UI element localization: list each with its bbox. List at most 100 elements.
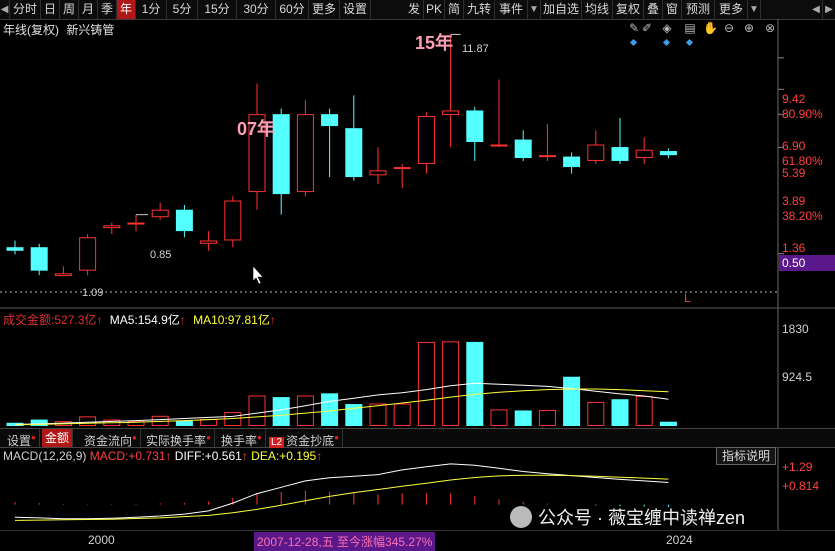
nav-prev-icon[interactable]: ◀ xyxy=(810,0,823,19)
period-tab-year[interactable]: 年 xyxy=(117,0,136,19)
candle-body xyxy=(127,222,145,225)
tab-capital-bottom[interactable]: L2 资金抄底● xyxy=(266,429,343,448)
tab-real-turnover[interactable]: 实际换手率● xyxy=(143,429,215,448)
indicator-explain-button[interactable]: 指标说明 xyxy=(716,447,776,465)
period-tab-15min[interactable]: 15分 xyxy=(198,0,237,19)
macd-label: MACD: xyxy=(89,449,129,463)
zoom-out-icon[interactable]: ⊖ xyxy=(722,21,736,35)
volume-axis-mid: 924.5 xyxy=(782,370,813,384)
mouse-cursor-icon xyxy=(252,265,264,285)
hand-icon[interactable]: ✋ xyxy=(703,21,718,35)
candle-body xyxy=(442,110,460,116)
tab-turnover[interactable]: 换手率● xyxy=(218,429,266,448)
eraser-icon[interactable]: ◈ xyxy=(660,21,674,47)
event-button[interactable]: 事件 xyxy=(495,0,528,19)
amount-bar xyxy=(248,395,266,426)
amount-bar xyxy=(635,396,653,426)
close-icon[interactable]: ⊗ xyxy=(763,21,777,35)
candle-body xyxy=(611,147,629,161)
pk-button[interactable]: PK xyxy=(424,0,445,19)
max-price-label: 11.87 xyxy=(462,43,489,55)
adjust-button[interactable]: 复权 xyxy=(613,0,644,19)
amount-bar xyxy=(30,419,48,426)
period-tab-30min[interactable]: 30分 xyxy=(237,0,276,19)
candle-body xyxy=(321,114,339,127)
fa-button[interactable]: 发 xyxy=(405,0,424,19)
candle-body xyxy=(635,149,653,159)
settings-button[interactable]: 设置 xyxy=(340,0,371,19)
axis-price-4: 3.89 xyxy=(782,194,806,208)
more-dropdown-icon[interactable]: ▼ xyxy=(748,0,761,19)
draw-tool-icon[interactable]: ✎ xyxy=(627,21,641,47)
nine-turn-button[interactable]: 九转 xyxy=(464,0,495,19)
period-tab-60min[interactable]: 60分 xyxy=(276,0,309,19)
peak-2007-label: 07年 xyxy=(237,119,276,139)
amount-bar xyxy=(393,403,411,427)
ma5-label: MA5: xyxy=(109,313,138,327)
period-tab-5min[interactable]: 5分 xyxy=(167,0,198,19)
forecast-button[interactable]: 预测 xyxy=(682,0,715,19)
overlay-button[interactable]: 叠 xyxy=(644,0,663,19)
amount-bar xyxy=(514,410,532,426)
pen-icon[interactable]: ✐ xyxy=(640,21,654,35)
axis-pct-1: 80.90% xyxy=(782,107,823,121)
event-dropdown-icon[interactable]: ▼ xyxy=(528,0,541,19)
amount-bar xyxy=(151,415,169,426)
amount-bar xyxy=(417,341,435,426)
amount-bar xyxy=(175,420,193,426)
period-tab-month[interactable]: 月 xyxy=(79,0,98,19)
diff-value: +0.561 xyxy=(204,449,242,463)
ma-button[interactable]: 均线 xyxy=(582,0,613,19)
amount-bar xyxy=(466,341,484,426)
period-tab-week[interactable]: 周 xyxy=(60,0,79,19)
dea-label: DEA: xyxy=(251,449,280,463)
more-button[interactable]: 更多 xyxy=(715,0,748,19)
amount-bar xyxy=(296,395,314,426)
candle-body xyxy=(79,237,97,271)
period-tab-day[interactable]: 日 xyxy=(41,0,60,19)
zoom-in-icon[interactable]: ⊕ xyxy=(742,21,756,35)
amount-bar xyxy=(79,416,97,427)
candle-body xyxy=(151,209,169,218)
kline-chart[interactable]: L xyxy=(0,0,835,550)
candle-body xyxy=(272,114,290,195)
volume-title: 成交金额: xyxy=(3,313,55,327)
candle-body xyxy=(296,114,314,193)
period-tab-season[interactable]: 季 xyxy=(98,0,117,19)
cursor-info: 2007-12-28,五 至今涨幅345.27% xyxy=(254,532,436,551)
period-tab-fenshi[interactable]: 分时 xyxy=(10,0,41,19)
period-tab-1min[interactable]: 1分 xyxy=(136,0,167,19)
candle-body xyxy=(103,225,121,229)
macd-axis-mid: +0.814 xyxy=(782,479,820,493)
amount-bar xyxy=(659,421,677,426)
current-price-badge: 0.50 xyxy=(779,255,835,271)
bottom-price-label: 1.09 xyxy=(82,287,104,299)
chart-title: 年线(复权) 新兴铸管 xyxy=(3,21,114,38)
low-marker-l: L xyxy=(684,291,691,305)
amount-bar xyxy=(200,419,218,426)
candle-body xyxy=(30,247,48,271)
window-button[interactable]: 窗 xyxy=(663,0,682,19)
tab-capital-flow[interactable]: 资金流向● xyxy=(81,429,141,448)
top-toolbar: ◀ 分时 日 周 月 季 年 1分 5分 15分 30分 60分 更多 设置 发… xyxy=(0,0,835,20)
add-watchlist-button[interactable]: 加自选 xyxy=(541,0,582,19)
amount-bar xyxy=(611,399,629,426)
candle-body xyxy=(369,170,387,176)
tab-settings[interactable]: 设置● xyxy=(4,429,40,448)
date-axis-right: 2024 xyxy=(666,533,693,547)
nav-next-icon[interactable]: ▶ xyxy=(823,0,835,19)
candle-body xyxy=(6,247,24,251)
period-tab-more[interactable]: 更多 xyxy=(309,0,340,19)
indicator-tabs: 设置● 金额 资金流向● 实际换手率● 换手率● L2 资金抄底● xyxy=(0,428,835,448)
candle-body xyxy=(563,156,581,168)
date-axis-left: 2000 xyxy=(88,533,115,547)
simple-button[interactable]: 简 xyxy=(445,0,464,19)
watermark: 公众号 · 薇宝缠中读禅zen xyxy=(510,506,745,530)
nav-left-arrow-icon[interactable]: ◀ xyxy=(0,0,10,19)
volume-value: 527.3亿 xyxy=(54,313,97,327)
axis-price-3: 5.39 xyxy=(782,166,806,180)
basket-icon[interactable]: ▤ xyxy=(683,21,697,47)
date-axis: 2000 2007-12-28,五 至今涨幅345.27% 2024 xyxy=(0,530,835,551)
tab-amount[interactable]: 金额 xyxy=(42,429,74,447)
amount-ma5-line xyxy=(14,382,669,425)
